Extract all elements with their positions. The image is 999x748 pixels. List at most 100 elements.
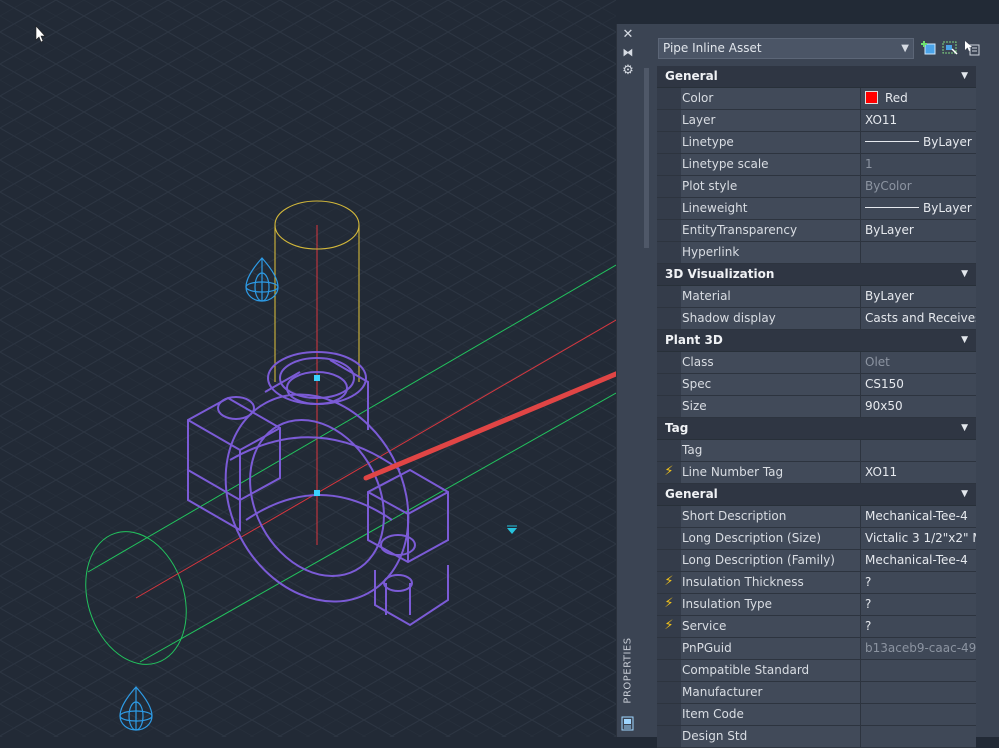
auto-hide-icon[interactable]: ⧓	[617, 44, 639, 62]
property-row-material[interactable]: Material ByLayer	[657, 286, 976, 308]
property-row-service[interactable]: ⚡ Service?	[657, 616, 976, 638]
property-row-plot-style[interactable]: Plot style ByColor	[657, 176, 976, 198]
property-value-text: ?	[865, 619, 872, 633]
collapse-icon[interactable]: ▼	[961, 330, 968, 351]
property-value-text: XO11	[865, 113, 898, 127]
row-gutter	[657, 528, 681, 549]
property-row-linetype-scale[interactable]: Linetype scale 1	[657, 154, 976, 176]
property-value[interactable]: Olet	[861, 352, 976, 373]
gear-icon[interactable]: ⚙	[617, 62, 639, 80]
collapse-icon[interactable]: ▼	[961, 66, 968, 87]
property-row-class[interactable]: Class Olet	[657, 352, 976, 374]
property-value[interactable]: CS150	[861, 374, 976, 395]
property-value[interactable]: Victalic 3 1/2"x2" M...	[861, 528, 976, 549]
property-row-tag[interactable]: Tag	[657, 440, 976, 462]
property-row-insulation-thickness[interactable]: ⚡ Insulation Thickness?	[657, 572, 976, 594]
property-row-linetype[interactable]: Linetype ByLayer	[657, 132, 976, 154]
property-row-insulation-type[interactable]: ⚡ Insulation Type?	[657, 594, 976, 616]
property-value[interactable]: Mechanical-Tee-4	[861, 550, 976, 571]
linetype-preview-icon	[865, 207, 919, 208]
viewport-canvas[interactable]	[0, 0, 616, 737]
palette-title[interactable]: PROPERTIES	[619, 637, 637, 709]
property-row-entitytransparency[interactable]: EntityTransparency ByLayer	[657, 220, 976, 242]
property-row-short-description[interactable]: Short Description Mechanical-Tee-4	[657, 506, 976, 528]
property-name: Long Description (Size)	[681, 528, 861, 549]
property-value[interactable]: ?	[861, 616, 976, 637]
property-name: Linetype	[681, 132, 861, 153]
close-icon[interactable]: ✕	[617, 26, 639, 44]
property-row-line-number-tag[interactable]: ⚡ Line Number Tag XO11	[657, 462, 976, 484]
property-value[interactable]: 90x50	[861, 396, 976, 417]
property-value[interactable]: ByLayer	[861, 198, 976, 219]
model-viewport[interactable]	[0, 0, 616, 737]
property-row-lineweight[interactable]: Lineweight ByLayer	[657, 198, 976, 220]
property-value[interactable]: Mechanical-Tee-4	[861, 506, 976, 527]
category-header-general[interactable]: General ▼	[657, 484, 976, 506]
iso-grid	[0, 0, 616, 737]
property-value[interactable]: ByColor	[861, 176, 976, 197]
property-row-hyperlink[interactable]: Hyperlink	[657, 242, 976, 264]
category-header-3d-visualization[interactable]: 3D Visualization ▼	[657, 264, 976, 286]
palette-title-strip[interactable]: ✕ ⧓ ⚙ PROPERTIES	[616, 24, 639, 737]
collapse-icon[interactable]: ▼	[961, 484, 968, 505]
palette-scrollbar[interactable]	[644, 68, 649, 248]
property-value[interactable]: 1	[861, 154, 976, 175]
property-value[interactable]: ByLayer	[861, 220, 976, 241]
grip-point[interactable]	[314, 490, 320, 496]
property-row-pnpguid[interactable]: PnPGuid b13aceb9-caac-494...	[657, 638, 976, 660]
property-value[interactable]	[861, 440, 976, 461]
property-value[interactable]: ?	[861, 594, 976, 615]
lightning-bolt-icon: ⚡	[657, 594, 681, 615]
collapse-icon[interactable]: ▼	[961, 264, 968, 285]
property-value[interactable]: b13aceb9-caac-494...	[861, 638, 976, 659]
property-value[interactable]: ByLayer	[861, 132, 976, 153]
object-type-dropdown[interactable]: Pipe Inline Asset ▼	[658, 38, 914, 59]
property-row-color[interactable]: Color Red	[657, 88, 976, 110]
property-value[interactable]: Casts and Receives...	[861, 308, 976, 329]
row-gutter	[657, 550, 681, 571]
property-value[interactable]	[861, 704, 976, 725]
category-title: General	[665, 69, 718, 83]
row-gutter	[657, 506, 681, 527]
property-value-text: ByLayer	[923, 201, 972, 215]
row-gutter	[657, 220, 681, 241]
property-value[interactable]	[861, 660, 976, 681]
property-name: Tag	[681, 440, 861, 461]
property-row-spec[interactable]: Spec CS150	[657, 374, 976, 396]
property-row-shadow-display[interactable]: Shadow display Casts and Receives...	[657, 308, 976, 330]
row-gutter	[657, 176, 681, 197]
category-header-tag[interactable]: Tag ▼	[657, 418, 976, 440]
property-row-layer[interactable]: Layer XO11	[657, 110, 976, 132]
row-gutter	[657, 110, 681, 131]
property-value[interactable]: Red	[861, 88, 976, 109]
property-name: Shadow display	[681, 308, 861, 329]
property-value[interactable]: ?	[861, 572, 976, 593]
property-value[interactable]	[861, 242, 976, 263]
property-row-manufacturer[interactable]: Manufacturer	[657, 682, 976, 704]
category-header-general[interactable]: General ▼	[657, 66, 976, 88]
pickadd-toggle-icon[interactable]	[963, 39, 981, 57]
property-name: Color	[681, 88, 861, 109]
property-value-text: Red	[885, 91, 908, 105]
property-row-size[interactable]: Size 90x50	[657, 396, 976, 418]
property-value[interactable]: XO11	[861, 462, 976, 483]
property-row-compatible-standard[interactable]: Compatible Standard	[657, 660, 976, 682]
property-value[interactable]	[861, 682, 976, 703]
category-title: Tag	[665, 421, 689, 435]
row-gutter	[657, 682, 681, 703]
property-row-design-std[interactable]: Design Std	[657, 726, 976, 748]
property-row-long-description-size[interactable]: Long Description (Size) Victalic 3 1/2"x2…	[657, 528, 976, 550]
property-name: Insulation Type	[681, 594, 861, 615]
property-row-item-code[interactable]: Item Code	[657, 704, 976, 726]
category-header-plant-3d[interactable]: Plant 3D ▼	[657, 330, 976, 352]
collapse-icon[interactable]: ▼	[961, 418, 968, 439]
quick-select-icon[interactable]	[920, 39, 938, 57]
property-value[interactable]: ByLayer	[861, 286, 976, 307]
palette-menu-icon[interactable]	[621, 716, 634, 731]
property-name: EntityTransparency	[681, 220, 861, 241]
property-row-long-description-family[interactable]: Long Description (Family) Mechanical-Tee-…	[657, 550, 976, 572]
select-objects-icon[interactable]	[941, 39, 959, 57]
grip-point[interactable]	[314, 375, 320, 381]
property-value[interactable]: XO11	[861, 110, 976, 131]
row-gutter	[657, 88, 681, 109]
